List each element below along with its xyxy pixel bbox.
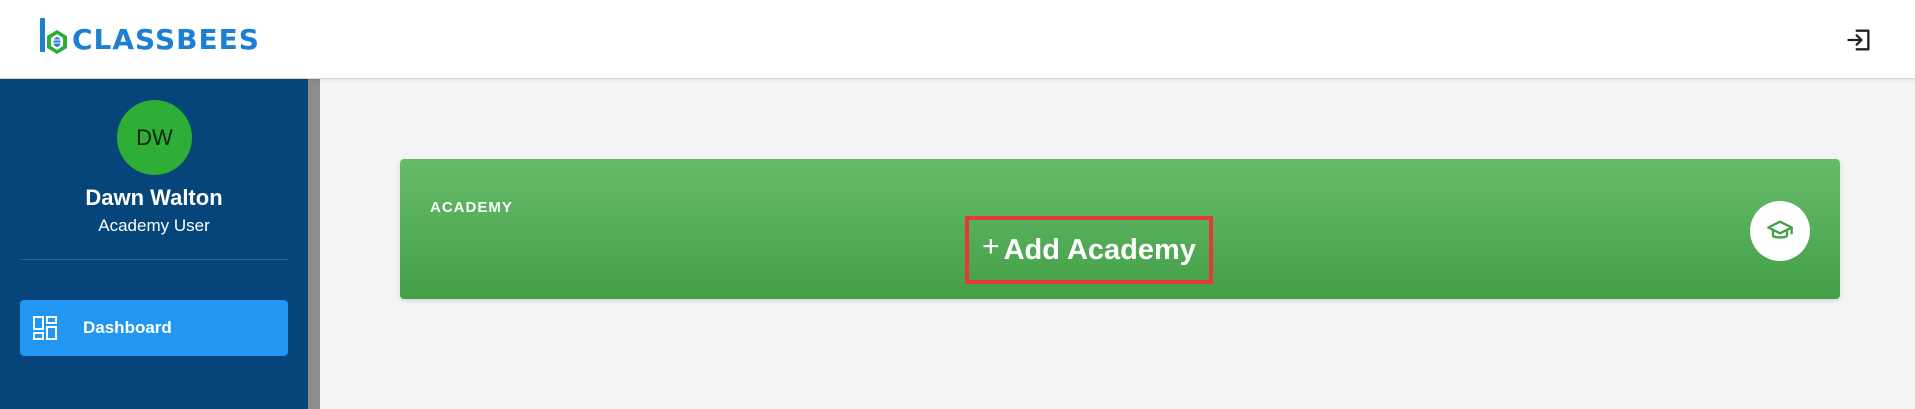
academy-card: ACADEMY + Add Academy (400, 159, 1840, 299)
sidebar-divider (20, 259, 288, 260)
sidebar-item-label: Dashboard (83, 318, 172, 337)
card-title: ACADEMY (430, 199, 513, 216)
classbees-logo[interactable]: CLASSBEES (40, 18, 260, 58)
graduation-cap-icon (1767, 220, 1793, 239)
add-academy-button[interactable]: + Add Academy (965, 216, 1213, 284)
user-role: Academy User (98, 216, 210, 235)
bee-hexagon-logo-icon (40, 18, 67, 54)
sidebar-item-dashboard[interactable]: Dashboard (20, 300, 288, 356)
sidebar: DW Dawn Walton Academy User Dashboard (0, 79, 308, 409)
plus-icon: + (982, 230, 1000, 263)
brand-name: CLASSBEES (72, 23, 260, 56)
user-name: Dawn Walton (85, 185, 223, 210)
main-content: ACADEMY + Add Academy (320, 79, 1915, 409)
logout-button[interactable] (1843, 24, 1875, 56)
card-icon-badge (1750, 201, 1810, 261)
logout-icon (1847, 29, 1870, 51)
avatar[interactable]: DW (117, 100, 192, 175)
sidebar-scroll-rail[interactable] (308, 79, 320, 409)
top-bar: CLASSBEES (0, 0, 1915, 79)
add-academy-label: Add Academy (1003, 233, 1196, 266)
dashboard-icon (33, 316, 57, 340)
